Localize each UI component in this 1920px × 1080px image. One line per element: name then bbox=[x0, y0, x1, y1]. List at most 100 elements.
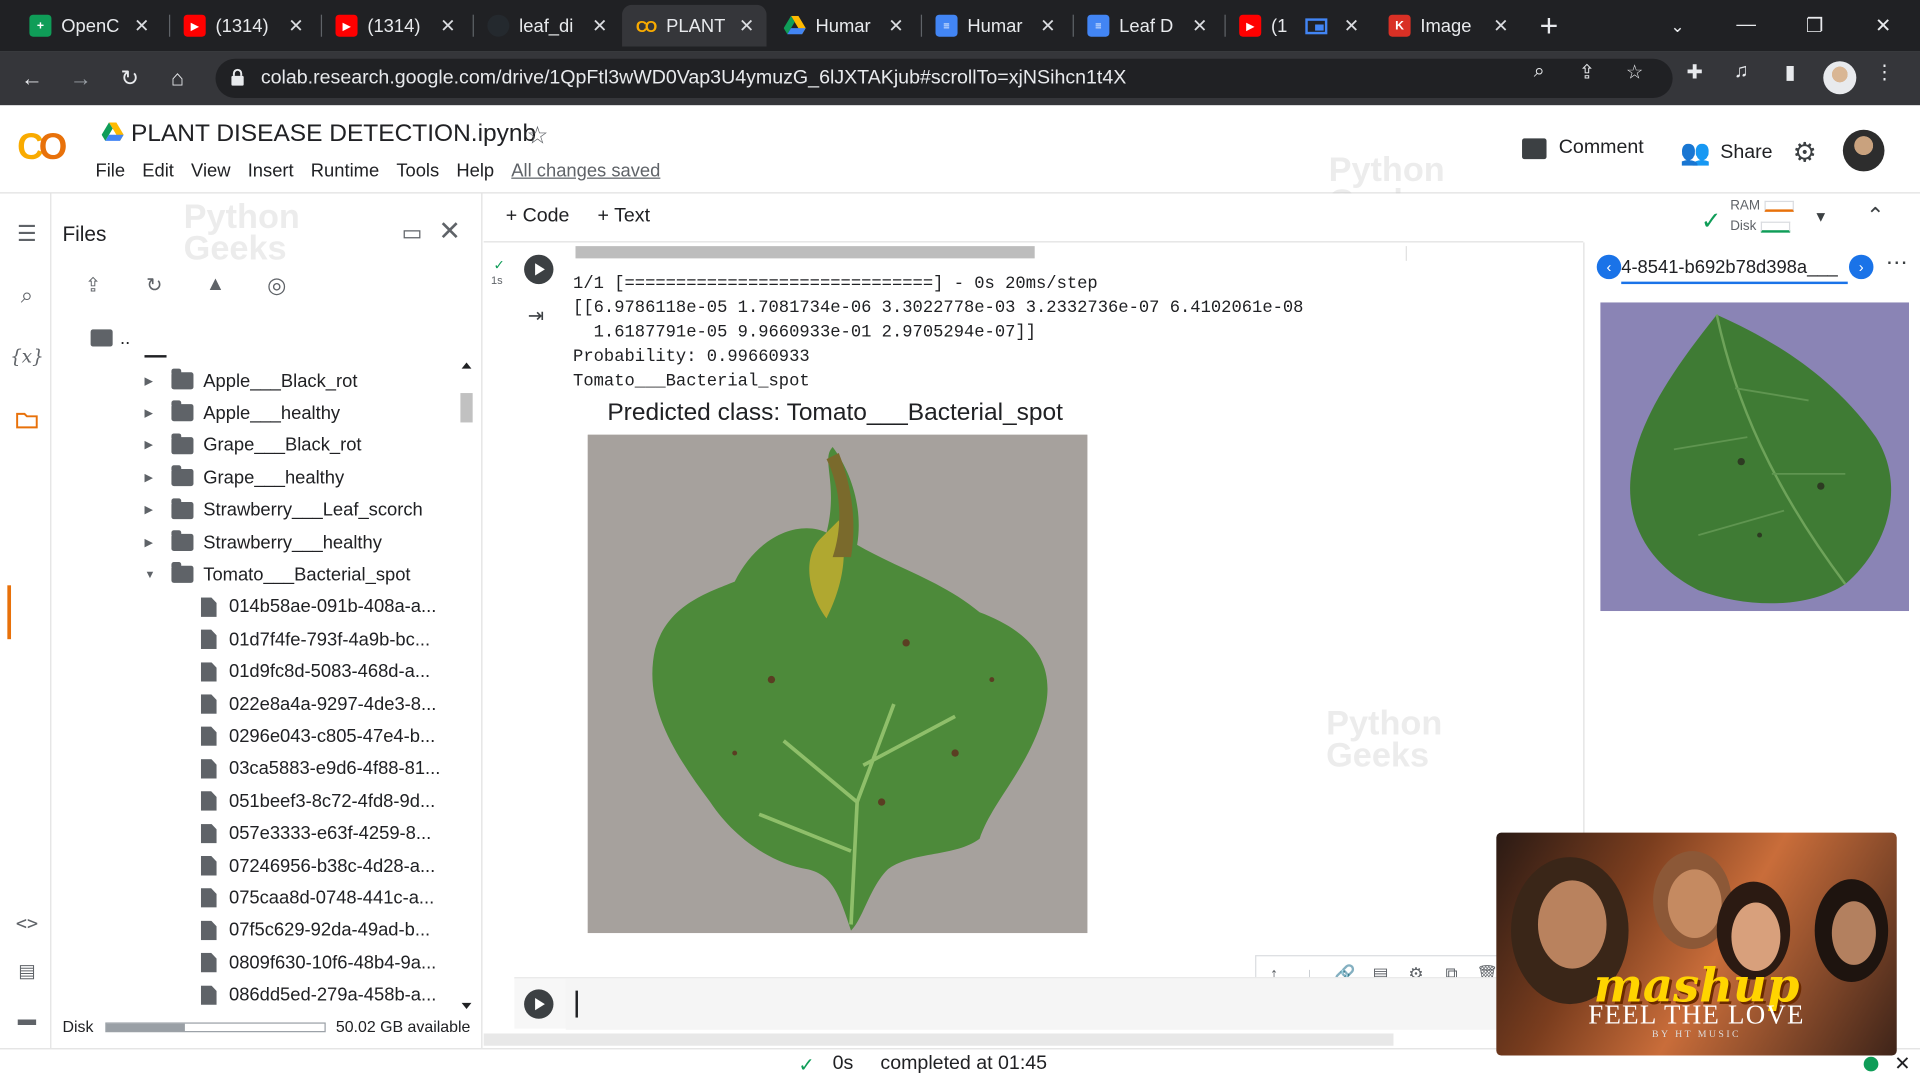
file-row[interactable]: 051beef3-8c72-4fd8-9d... bbox=[200, 785, 435, 817]
browser-tab[interactable]: + OpenC ✕ bbox=[17, 5, 161, 47]
drive-icon[interactable] bbox=[101, 122, 124, 142]
forward-arrow-icon[interactable]: → bbox=[64, 61, 98, 95]
close-icon[interactable]: ✕ bbox=[739, 15, 754, 37]
variables-icon[interactable]: {x} bbox=[10, 343, 44, 370]
table-of-contents-icon[interactable]: ☰ bbox=[13, 220, 40, 247]
folder-row[interactable]: ▶ Grape___healthy bbox=[144, 462, 344, 494]
viewer-tab[interactable]: 4-8541-b692b78d398a___ bbox=[1621, 252, 1848, 285]
folder-row[interactable]: ▼ Tomato___Bacterial_spot bbox=[144, 559, 411, 591]
folder-row[interactable]: ▶ Grape___Black_rot bbox=[144, 430, 362, 462]
code-editor[interactable] bbox=[565, 978, 1586, 1030]
search-icon[interactable]: ⌕ bbox=[13, 282, 40, 309]
caret-collapsed-icon[interactable]: ▶ bbox=[144, 439, 171, 452]
command-palette-icon[interactable]: ▤ bbox=[13, 958, 40, 985]
close-icon[interactable]: ✕ bbox=[592, 15, 607, 37]
side-panel-icon[interactable]: ▮ bbox=[1777, 59, 1804, 86]
menu-tools[interactable]: Tools bbox=[396, 160, 439, 181]
chevron-down-icon[interactable]: ▼ bbox=[1813, 208, 1828, 225]
more-vertical-icon[interactable]: ⋮ bbox=[1871, 59, 1898, 86]
file-row[interactable]: 07f5c629-92da-49ad-b... bbox=[200, 914, 430, 946]
folder-icon[interactable] bbox=[13, 407, 40, 434]
resource-indicator[interactable]: RAM Disk bbox=[1730, 196, 1795, 238]
file-row[interactable]: 01d7f4fe-793f-4a9b-bc... bbox=[200, 623, 430, 655]
more-horizontal-icon[interactable]: ⋯ bbox=[1886, 250, 1908, 276]
close-icon[interactable]: ✕ bbox=[288, 15, 303, 37]
profile-avatar[interactable] bbox=[1823, 61, 1857, 95]
comment-button[interactable]: Comment bbox=[1522, 137, 1644, 159]
chevron-down-icon[interactable]: ⌄ bbox=[1643, 0, 1712, 51]
bookmark-star-icon[interactable]: ☆ bbox=[1621, 59, 1648, 86]
settings-gear-icon[interactable]: ⚙ bbox=[1793, 137, 1817, 169]
address-bar[interactable]: colab.research.google.com/drive/1QpFtl3w… bbox=[215, 58, 1673, 98]
minimize-icon[interactable]: — bbox=[1712, 0, 1781, 51]
media-control-icon[interactable]: ♫ bbox=[1728, 59, 1755, 86]
user-avatar[interactable] bbox=[1842, 129, 1885, 172]
home-icon[interactable]: ⌂ bbox=[160, 61, 194, 95]
close-icon[interactable]: ✕ bbox=[1493, 15, 1508, 37]
chevron-up-icon[interactable]: ⌃ bbox=[1866, 203, 1884, 229]
share-button[interactable]: 👥 Share bbox=[1680, 137, 1773, 168]
browser-tab[interactable]: ▶ (1314) ✕ bbox=[171, 5, 315, 47]
add-text-button[interactable]: + Text bbox=[598, 206, 650, 228]
file-row[interactable]: 03ca5883-e9d6-4f88-81... bbox=[200, 753, 440, 785]
browser-tab[interactable]: ≡ Humar ✕ bbox=[923, 5, 1067, 47]
save-status[interactable]: All changes saved bbox=[511, 160, 660, 181]
browser-tab[interactable]: Humar ✕ bbox=[771, 5, 915, 47]
mount-drive-icon[interactable]: ▲ bbox=[202, 272, 229, 299]
caret-collapsed-icon[interactable]: ▶ bbox=[144, 503, 171, 516]
file-row[interactable]: 075caa8d-0748-441c-a... bbox=[200, 882, 434, 914]
browser-tab-active[interactable]: CO PLANT ✕ bbox=[622, 4, 767, 47]
star-icon[interactable]: ☆ bbox=[527, 120, 549, 151]
chevron-right-icon[interactable]: › bbox=[1848, 254, 1874, 280]
folder-row[interactable]: ▶ Strawberry___healthy bbox=[144, 527, 382, 559]
close-icon[interactable]: ✕ bbox=[1040, 15, 1055, 37]
run-cell-button[interactable] bbox=[524, 989, 554, 1019]
terminal-icon[interactable]: ▬ bbox=[13, 1005, 40, 1032]
menu-edit[interactable]: Edit bbox=[142, 160, 174, 181]
add-code-button[interactable]: + Code bbox=[506, 206, 570, 228]
horizontal-scrollbar[interactable] bbox=[575, 246, 1035, 259]
code-snippets-icon[interactable]: <> bbox=[13, 910, 40, 937]
folder-row[interactable]: ▶ Apple___healthy bbox=[144, 397, 340, 429]
caret-collapsed-icon[interactable]: ▶ bbox=[144, 374, 171, 387]
menu-runtime[interactable]: Runtime bbox=[311, 160, 379, 181]
menu-insert[interactable]: Insert bbox=[248, 160, 294, 181]
window-close-icon[interactable]: ✕ bbox=[1849, 0, 1918, 51]
folder-row[interactable]: ▶ Strawberry___Leaf_scorch bbox=[144, 494, 423, 526]
refresh-folder-icon[interactable]: ↻ bbox=[141, 272, 168, 299]
close-icon[interactable]: ✕ bbox=[1344, 15, 1359, 37]
upload-file-icon[interactable]: ⇪ bbox=[80, 272, 107, 299]
output-menu-icon[interactable]: ⇥ bbox=[528, 304, 544, 328]
horizontal-scrollbar[interactable] bbox=[483, 1033, 1394, 1046]
close-icon[interactable]: ✕ bbox=[134, 15, 149, 37]
folder-row[interactable]: ▶ Apple___Black_rot bbox=[144, 365, 357, 397]
caret-expanded-icon[interactable]: ▼ bbox=[144, 569, 171, 581]
chevron-left-icon[interactable]: ‹ bbox=[1596, 254, 1622, 280]
close-icon[interactable]: ✕ bbox=[888, 15, 903, 37]
empty-code-cell[interactable] bbox=[514, 977, 1586, 1030]
picture-in-picture-player[interactable]: mashup FEEL THE LOVE BY HT MUSIC bbox=[1496, 832, 1897, 1056]
close-icon[interactable]: ✕ bbox=[438, 216, 461, 248]
open-in-tab-icon[interactable]: ▭ bbox=[402, 220, 423, 246]
reload-icon[interactable]: ↻ bbox=[113, 61, 147, 95]
menu-view[interactable]: View bbox=[191, 160, 230, 181]
parent-folder-row[interactable]: .. bbox=[90, 322, 130, 354]
browser-tab[interactable]: leaf_di ✕ bbox=[475, 5, 619, 47]
files-scrollbar[interactable] bbox=[458, 359, 475, 1014]
caret-collapsed-icon[interactable]: ▶ bbox=[144, 536, 171, 549]
file-row[interactable]: 01d9fc8d-5083-468d-a... bbox=[200, 656, 430, 688]
browser-tab[interactable]: ≡ Leaf D ✕ bbox=[1075, 5, 1219, 47]
browser-tab[interactable]: ▶ (1 ✕ bbox=[1227, 5, 1371, 47]
menu-help[interactable]: Help bbox=[456, 160, 494, 181]
extensions-puzzle-icon[interactable]: ✚ bbox=[1681, 59, 1708, 86]
notebook-title[interactable]: PLANT DISEASE DETECTION.ipynb bbox=[131, 120, 536, 148]
menu-file[interactable]: File bbox=[96, 160, 126, 181]
restore-icon[interactable]: ❐ bbox=[1780, 0, 1849, 51]
run-cell-button[interactable] bbox=[524, 254, 554, 285]
back-arrow-icon[interactable]: ← bbox=[15, 61, 49, 95]
caret-collapsed-icon[interactable]: ▶ bbox=[144, 471, 171, 484]
file-row[interactable]: 0296e043-c805-47e4-b... bbox=[200, 720, 435, 752]
browser-tab[interactable]: K Image ✕ bbox=[1376, 5, 1520, 47]
file-row[interactable]: 057e3333-e63f-4259-8... bbox=[200, 817, 431, 849]
share-page-icon[interactable]: ⇪ bbox=[1573, 59, 1600, 86]
